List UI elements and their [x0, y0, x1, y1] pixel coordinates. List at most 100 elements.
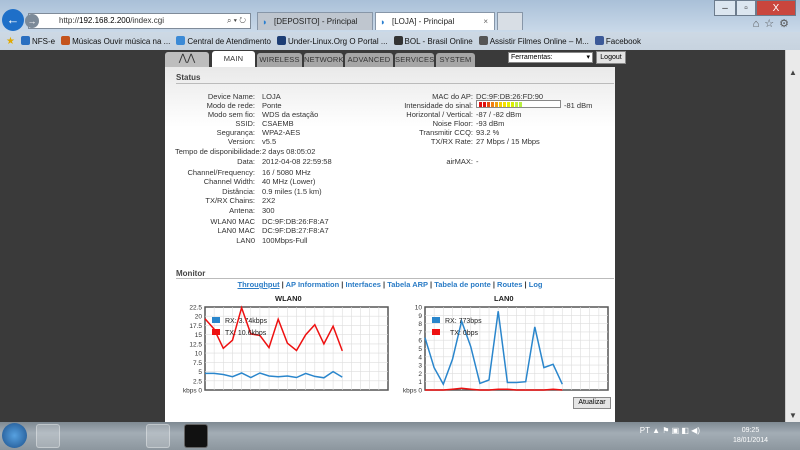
favorites-bar: ★ NFS-e Músicas Ouvir música na ... Central…	[0, 33, 800, 49]
status-label: Antena:	[229, 206, 255, 215]
favorite-label: Músicas Ouvir música na ...	[72, 37, 171, 46]
monitor-heading: Monitor	[176, 269, 206, 278]
status-label: Transmitir CCQ:	[419, 128, 473, 137]
tab-system[interactable]: SYSTEM	[436, 53, 475, 67]
status-value: -	[476, 157, 479, 166]
status-value: Ponte	[262, 101, 282, 110]
system-tray[interactable]: PT ▲ ⚑ ▣ ◧ ◀)	[640, 426, 700, 435]
tab-network[interactable]: NETWORK	[304, 53, 344, 67]
start-button[interactable]	[2, 423, 27, 448]
favorite-icon	[478, 36, 488, 45]
monitor-link-interfaces[interactable]: Interfaces	[345, 280, 380, 289]
monitor-link-tabela-arp[interactable]: Tabela ARP	[387, 280, 428, 289]
notepad-icon[interactable]	[110, 424, 134, 448]
tray-icons[interactable]: ▲ ⚑ ▣ ◧ ◀)	[652, 426, 700, 435]
status-value: CSAEMB	[262, 119, 294, 128]
chevron-down-icon: ▾	[586, 54, 590, 61]
favorite-icon	[594, 36, 604, 45]
status-value: WDS da estação	[262, 110, 319, 119]
tab-main[interactable]: MAIN	[212, 51, 255, 67]
signal-segment	[483, 102, 486, 107]
tab-loja[interactable]: ◗ [LOJA] - Principal ×	[375, 12, 495, 30]
taskbar: PT ▲ ⚑ ▣ ◧ ◀) 09:25 18/01/2014	[0, 422, 800, 450]
monitor-link-log[interactable]: Log	[529, 280, 543, 289]
status-label: Distância:	[222, 187, 255, 196]
y-tick-label: 5	[418, 346, 422, 353]
ubiquiti-logo[interactable]: ⋀⋀	[165, 52, 209, 67]
vertical-scrollbar[interactable]: ▲ ▼	[785, 50, 800, 422]
status-value: 93.2 %	[476, 128, 500, 137]
favorite-link[interactable]: Músicas Ouvir música na ...	[61, 36, 170, 46]
tab-advanced[interactable]: ADVANCED	[345, 53, 393, 67]
favorite-icon	[276, 36, 286, 45]
logout-button[interactable]: Logout	[596, 51, 626, 64]
close-window-button[interactable]: X	[756, 0, 796, 16]
y-tick-label: kbps 0	[403, 388, 423, 395]
signal-segment	[519, 102, 522, 107]
status-value: 27 Mbps / 15 Mbps	[476, 137, 540, 146]
status-label: Modo de rede:	[206, 101, 255, 110]
favorite-icon	[176, 36, 186, 45]
search-refresh-icons[interactable]: ⌕ ▾ ↻	[227, 14, 246, 28]
legend-label: RX: 773bps	[445, 318, 482, 325]
command-prompt-icon[interactable]	[184, 424, 208, 448]
clock[interactable]: 09:25 18/01/2014	[733, 426, 768, 446]
favorite-icon	[61, 36, 71, 45]
address-bar[interactable]: http://192.168.2.200/index.cgi ⌕ ▾ ↻	[28, 13, 251, 29]
back-button[interactable]: ←	[2, 9, 24, 31]
monitor-link-ap-information[interactable]: AP Information	[286, 280, 340, 289]
home-favorites-settings-icons[interactable]: ⌂☆⚙	[753, 17, 794, 30]
y-tick-label: 7	[418, 329, 422, 336]
status-label: SSID:	[235, 119, 255, 128]
refresh-button[interactable]: Atualizar	[573, 397, 611, 409]
favorite-link[interactable]: BOL - Brasil Online	[393, 36, 473, 46]
tools-select[interactable]: Ferramentas: ▾	[508, 52, 593, 63]
favorites-star-icon[interactable]: ★	[6, 36, 15, 47]
divider	[176, 83, 614, 84]
tab-services[interactable]: SERVICES	[395, 53, 434, 67]
browser-title-row: ← http://192.168.2.200/index.cgi ⌕ ▾ ↻ → …	[0, 0, 800, 32]
status-label: Device Name:	[207, 92, 255, 101]
favorite-link[interactable]: Under-Linux.Org O Portal ...	[276, 36, 388, 46]
favorite-label: NFS-e	[31, 37, 56, 46]
maximize-button[interactable]: ▫	[736, 0, 756, 16]
status-value: 2012-04-08 22:59:58	[262, 157, 332, 166]
language-indicator[interactable]: PT	[640, 426, 650, 435]
status-label: MAC do AP:	[432, 92, 473, 101]
close-tab-icon[interactable]: ×	[483, 13, 488, 31]
y-tick-label: 2.5	[193, 378, 202, 385]
minimize-button[interactable]: –	[714, 0, 736, 16]
internet-explorer-icon[interactable]	[36, 424, 60, 448]
favorite-icon	[20, 36, 30, 45]
y-tick-label: 10	[195, 351, 203, 358]
y-tick-label: 1	[418, 379, 422, 386]
status-value: 100Mbps-Full	[262, 236, 308, 245]
favorite-link[interactable]: NFS-e	[20, 36, 56, 46]
status-label: TX/RX Chains:	[205, 196, 255, 205]
status-label: Channel Width:	[203, 177, 255, 186]
y-tick-label: 12.5	[189, 341, 202, 348]
tab-deposito[interactable]: ◗ [DEPOSITO] - Principal	[257, 12, 373, 30]
monitor-link-tabela-de-ponte[interactable]: Tabela de ponte	[434, 280, 491, 289]
y-tick-label: 9	[418, 313, 422, 320]
network-app-icon[interactable]	[74, 424, 98, 448]
divider	[176, 278, 614, 279]
favorite-link[interactable]: Facebook	[594, 36, 641, 46]
new-tab-button[interactable]	[497, 12, 523, 30]
forward-button[interactable]: →	[25, 14, 39, 28]
status-label: Intensidade do sinal:	[404, 101, 473, 110]
control-panel-icon[interactable]	[146, 424, 170, 448]
scroll-up-icon[interactable]: ▲	[786, 68, 800, 77]
scroll-down-icon[interactable]: ▼	[786, 411, 800, 420]
signal-segment	[491, 102, 494, 107]
status-label: TX/RX Rate:	[430, 137, 473, 146]
rss-icon: ◗	[262, 17, 268, 27]
top-navigation: ⋀⋀ Ferramentas: ▾ Logout MAIN WIRELESS NETW…	[165, 50, 626, 67]
monitor-link-routes[interactable]: Routes	[497, 280, 522, 289]
favorite-link[interactable]: Assistir Filmes Online – M...	[478, 36, 589, 46]
legend-swatch	[212, 329, 220, 335]
monitor-link-throughput[interactable]: Throughput	[238, 280, 280, 289]
tab-wireless[interactable]: WIRELESS	[257, 53, 302, 67]
favorite-link[interactable]: Central de Atendimento	[176, 36, 271, 46]
legend-swatch	[432, 329, 440, 335]
